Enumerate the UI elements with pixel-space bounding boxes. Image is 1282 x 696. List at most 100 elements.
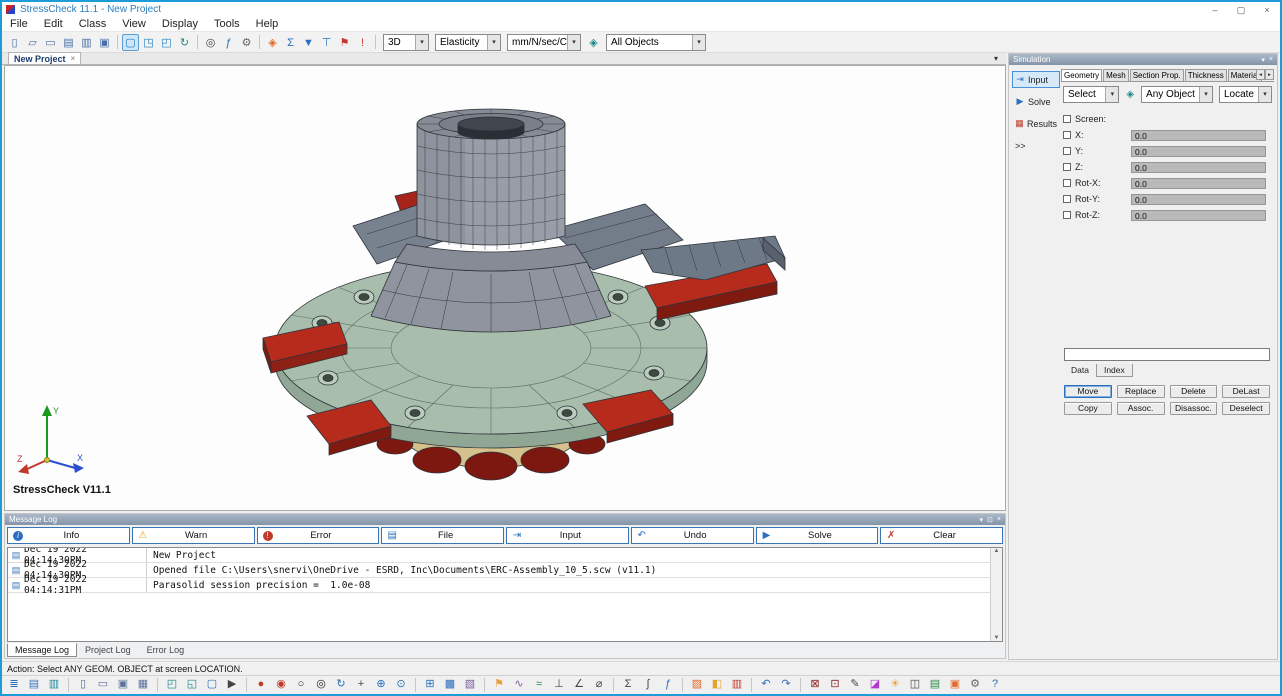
log-scrollbar[interactable]: ▲ ▼ bbox=[990, 548, 1002, 641]
tab-scroll-right-icon[interactable]: ► bbox=[1265, 69, 1274, 80]
diameter-icon[interactable]: ⌀ bbox=[590, 677, 608, 693]
settings-icon[interactable]: ⚙ bbox=[966, 677, 984, 693]
pin-icon[interactable]: ⊤ bbox=[318, 34, 335, 51]
input-filter-button[interactable]: ⇥ Input bbox=[506, 527, 629, 544]
tab-close-icon[interactable]: × bbox=[71, 54, 76, 63]
pan-view-icon[interactable]: + bbox=[352, 677, 370, 693]
menu-edit[interactable]: Edit bbox=[36, 18, 71, 30]
model-cone[interactable] bbox=[371, 244, 611, 332]
close-icon[interactable]: × bbox=[1254, 3, 1280, 17]
rot-z-value-field[interactable]: 0.0 bbox=[1131, 210, 1266, 221]
class-select[interactable]: Elasticity ▾ bbox=[435, 34, 501, 51]
sum-icon[interactable]: Σ bbox=[619, 677, 637, 693]
menu-file[interactable]: File bbox=[2, 18, 36, 30]
locate-select[interactable]: Locate ▾ bbox=[1219, 86, 1272, 103]
sum-icon[interactable]: Σ bbox=[282, 34, 299, 51]
zoom-icon[interactable]: ◎ bbox=[202, 34, 219, 51]
log-row[interactable]: ▤ Dec 19 2022 04:14:31PM Parasolid sessi… bbox=[8, 578, 1002, 593]
open-file-icon[interactable]: ▭ bbox=[94, 677, 112, 693]
lasso-select-icon[interactable]: ◰ bbox=[158, 34, 175, 51]
rotate-mode-icon[interactable]: ↻ bbox=[176, 34, 193, 51]
x-value-field[interactable]: 0.0 bbox=[1131, 130, 1266, 141]
open-project-icon[interactable]: ▱ bbox=[24, 34, 41, 51]
perpendicular-icon[interactable]: ⊥ bbox=[550, 677, 568, 693]
replace-button[interactable]: Replace bbox=[1117, 385, 1165, 398]
project-log-toggle-icon[interactable]: ▤ bbox=[25, 677, 43, 693]
select-polygon-icon[interactable]: ◱ bbox=[183, 677, 201, 693]
message-log-toggle-icon[interactable]: ≣ bbox=[5, 677, 23, 693]
results-nav-button[interactable]: ▦ Results bbox=[1012, 115, 1060, 132]
log-row[interactable]: ▤ Dec 19 2022 04:14:30PM New Project bbox=[8, 548, 1002, 563]
objects-select[interactable]: All Objects ▾ bbox=[606, 34, 706, 51]
solve-nav-button[interactable]: ▶ Solve bbox=[1012, 93, 1060, 110]
tab-data[interactable]: Data bbox=[1064, 364, 1096, 377]
tab-new-project[interactable]: New Project × bbox=[8, 52, 81, 64]
filter-icon[interactable]: ▼ bbox=[300, 34, 317, 51]
help-icon[interactable]: ? bbox=[986, 677, 1004, 693]
clear-button[interactable]: ✗ Clear bbox=[880, 527, 1003, 544]
export-image-icon[interactable]: ▣ bbox=[946, 677, 964, 693]
y-value-field[interactable]: 0.0 bbox=[1131, 146, 1266, 157]
spline-icon[interactable]: ∿ bbox=[510, 677, 528, 693]
flag-icon[interactable]: ⚑ bbox=[490, 677, 508, 693]
move-button[interactable]: Move bbox=[1064, 385, 1112, 398]
hatch-icon[interactable]: ▥ bbox=[728, 677, 746, 693]
tab-section-prop[interactable]: Section Prop. bbox=[1130, 69, 1184, 81]
file-filter-button[interactable]: ▤ File bbox=[381, 527, 504, 544]
measure-icon[interactable]: ⊠ bbox=[806, 677, 824, 693]
scroll-down-icon[interactable]: ▼ bbox=[991, 635, 1002, 641]
new-project-icon[interactable]: ▯ bbox=[6, 34, 23, 51]
rot-x-value-field[interactable]: 0.0 bbox=[1131, 178, 1266, 189]
screen-checkbox[interactable] bbox=[1063, 115, 1071, 123]
method-select[interactable]: Select ▾ bbox=[1063, 86, 1119, 103]
any-object-select[interactable]: Any Object ▾ bbox=[1141, 86, 1213, 103]
circle-icon[interactable]: ○ bbox=[292, 677, 310, 693]
grid-icon[interactable]: ⊞ bbox=[421, 677, 439, 693]
menu-view[interactable]: View bbox=[114, 18, 154, 30]
fill-pattern-icon[interactable]: ▨ bbox=[688, 677, 706, 693]
undo-icon[interactable]: ↶ bbox=[757, 677, 775, 693]
scroll-up-icon[interactable]: ▲ bbox=[991, 548, 1002, 554]
wave-icon[interactable]: ≈ bbox=[530, 677, 548, 693]
rot-z-checkbox[interactable] bbox=[1063, 211, 1071, 219]
tab-thickness[interactable]: Thickness bbox=[1185, 69, 1227, 81]
menu-tools[interactable]: Tools bbox=[206, 18, 248, 30]
tab-error-log[interactable]: Error Log bbox=[139, 643, 193, 657]
paste-icon[interactable]: ▦ bbox=[134, 677, 152, 693]
log-row[interactable]: ▤ Dec 19 2022 04:14:30PM Opened file C:\… bbox=[8, 563, 1002, 578]
function-plot-icon[interactable]: ƒ bbox=[659, 677, 677, 693]
units-select[interactable]: mm/N/sec/C ▾ bbox=[507, 34, 581, 51]
import-file-icon[interactable]: ▤ bbox=[60, 34, 77, 51]
integral-icon[interactable]: ∫ bbox=[639, 677, 657, 693]
delast-button[interactable]: DeLast bbox=[1222, 385, 1270, 398]
menu-help[interactable]: Help bbox=[248, 18, 287, 30]
solve-button[interactable]: ▶ Solve bbox=[756, 527, 879, 544]
redo-icon[interactable]: ↷ bbox=[777, 677, 795, 693]
menu-display[interactable]: Display bbox=[154, 18, 206, 30]
material-points-icon[interactable]: ◈ bbox=[264, 34, 281, 51]
info-filter-button[interactable]: i Info bbox=[7, 527, 130, 544]
select-mode-icon[interactable]: ▢ bbox=[122, 34, 139, 51]
layers-icon[interactable]: ▧ bbox=[461, 677, 479, 693]
dimension-select[interactable]: 3D ▾ bbox=[383, 34, 429, 51]
tab-geometry[interactable]: Geometry bbox=[1061, 69, 1102, 81]
half-fill-icon[interactable]: ◧ bbox=[708, 677, 726, 693]
z-checkbox[interactable] bbox=[1063, 163, 1071, 171]
tab-index[interactable]: Index bbox=[1096, 364, 1133, 377]
error-flag-icon[interactable]: ⚑ bbox=[336, 34, 353, 51]
snap-point-icon[interactable]: ◉ bbox=[272, 677, 290, 693]
tab-scroll-left-icon[interactable]: ◄ bbox=[1256, 69, 1265, 80]
ellipse-icon[interactable]: ◎ bbox=[312, 677, 330, 693]
z-value-field[interactable]: 0.0 bbox=[1131, 162, 1266, 173]
select-window-icon[interactable]: ◰ bbox=[163, 677, 181, 693]
panel-chevron-down-icon[interactable]: ▾ bbox=[980, 516, 984, 524]
panel-float-icon[interactable]: ⊡ bbox=[987, 516, 993, 524]
new-file-icon[interactable]: ▯ bbox=[74, 677, 92, 693]
error-log-toggle-icon[interactable]: ▥ bbox=[45, 677, 63, 693]
tab-mesh[interactable]: Mesh bbox=[1103, 69, 1129, 81]
y-checkbox[interactable] bbox=[1063, 147, 1071, 155]
error-filter-button[interactable]: ! Error bbox=[257, 527, 380, 544]
copy-icon[interactable]: ▣ bbox=[114, 677, 132, 693]
rot-x-checkbox[interactable] bbox=[1063, 179, 1071, 187]
export-file-icon[interactable]: ▥ bbox=[78, 34, 95, 51]
